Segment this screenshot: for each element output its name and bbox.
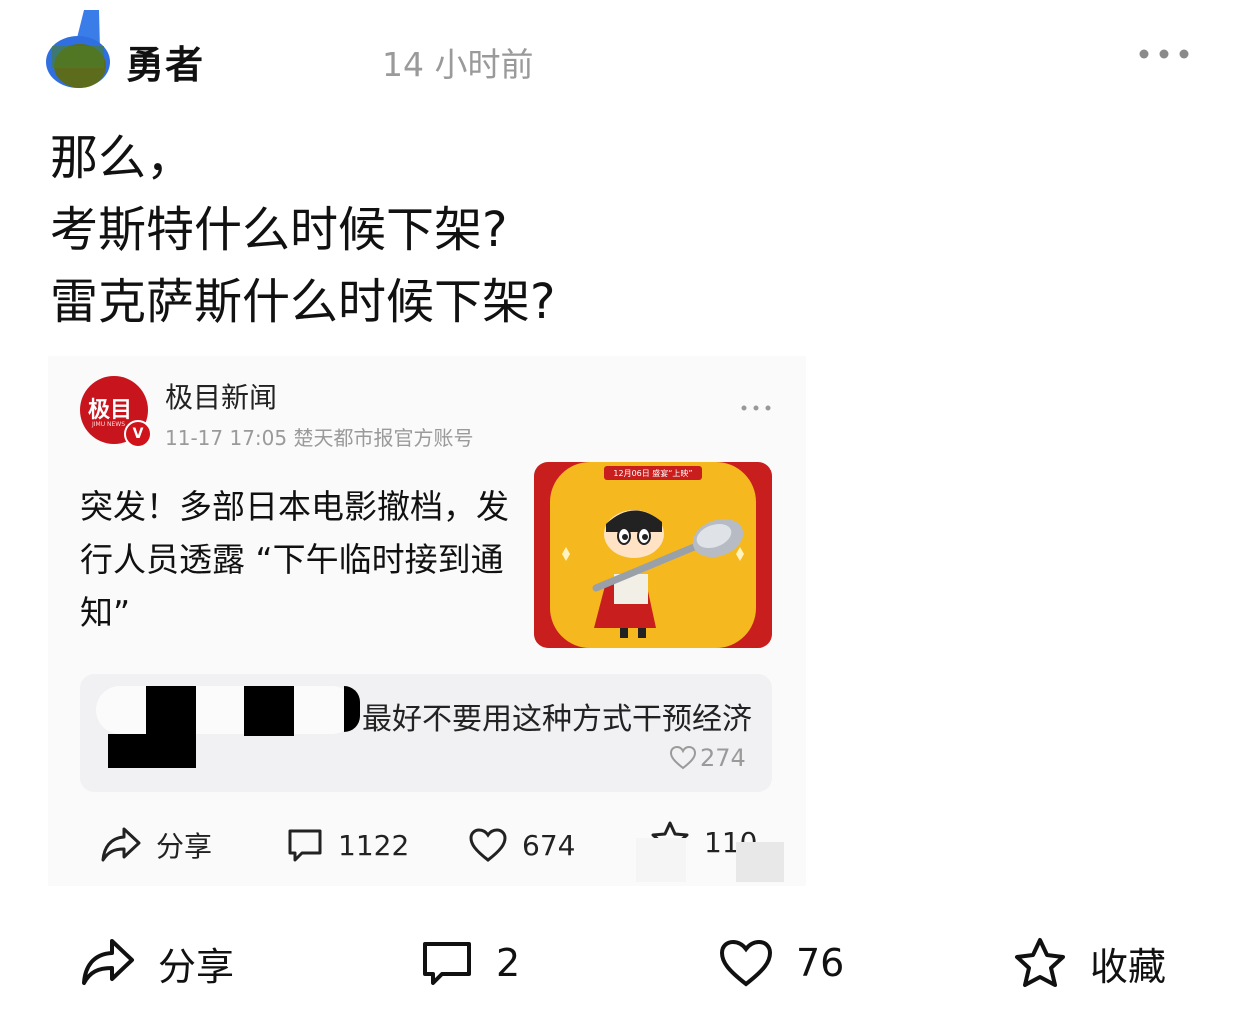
share-icon — [101, 827, 141, 862]
news-thumbnail: 12月06日 盛宴“上映” — [534, 462, 772, 648]
heart-icon — [719, 939, 773, 987]
source-name: 极目新闻 — [165, 381, 278, 414]
thumbnail-banner: 12月06日 盛宴“上映” — [613, 468, 692, 478]
redaction-block — [736, 842, 784, 882]
comment-icon — [288, 829, 322, 862]
embedded-share: 分享 — [100, 820, 212, 870]
embedded-likes: 674 — [468, 820, 575, 870]
embedded-comments: 1122 — [286, 820, 409, 870]
favorite-button[interactable]: 收藏 — [1012, 930, 1166, 996]
embedded-action-bar: 分享 1122 674 110 — [100, 820, 800, 870]
embedded-more-icon — [741, 405, 771, 411]
heart-icon — [469, 828, 507, 862]
redaction-block — [146, 686, 196, 736]
heart-outline-icon — [670, 746, 696, 770]
redacted-commenter — [96, 686, 356, 734]
comment-like-count: 274 — [670, 744, 746, 772]
post-timestamp: 14 小时前 — [382, 45, 534, 84]
redaction-block — [108, 734, 196, 768]
favorite-label: 收藏 — [1090, 944, 1167, 989]
redaction-block — [244, 686, 294, 736]
like-button[interactable]: 76 — [718, 930, 844, 996]
like-count: 76 — [796, 941, 845, 985]
comment-like-value: 274 — [700, 744, 746, 772]
comment-count: 2 — [496, 941, 521, 985]
user-avatar[interactable] — [44, 10, 112, 90]
post-line: 那么， — [50, 130, 195, 186]
redacted-name — [224, 30, 344, 80]
embedded-like-count: 674 — [522, 828, 576, 862]
post-body: 那么， 考斯特什么时候下架? 雷克萨斯什么时候下架? — [50, 122, 555, 338]
post-line: 雷克萨斯什么时候下架? — [50, 274, 556, 330]
username[interactable]: 勇者 — [126, 34, 204, 89]
embedded-comment-count: 1122 — [338, 828, 410, 862]
verified-badge-icon: V — [124, 420, 152, 448]
share-button[interactable]: 分享 — [80, 930, 234, 996]
redaction-block — [636, 838, 686, 882]
source-logo-text: 极目 — [88, 397, 133, 423]
comment-icon — [423, 942, 471, 985]
share-icon — [82, 939, 134, 985]
star-icon — [1015, 938, 1065, 987]
post-line: 考斯特什么时候下架? — [50, 202, 508, 258]
news-headline: 突发！多部日本电影撤档，发行人员透露 “下午临时接到通知” — [80, 487, 509, 632]
comment-button[interactable]: 2 — [420, 930, 520, 996]
comment-text: 最好不要用这种方式干预经济 — [362, 702, 752, 737]
source-logo-subtext: JIMU NEWS — [92, 421, 126, 428]
more-options-icon[interactable] — [1138, 42, 1190, 66]
source-meta: 11-17 17:05 楚天都市报官方账号 — [165, 426, 474, 450]
share-label: 分享 — [158, 944, 235, 989]
embedded-share-label: 分享 — [156, 830, 213, 863]
